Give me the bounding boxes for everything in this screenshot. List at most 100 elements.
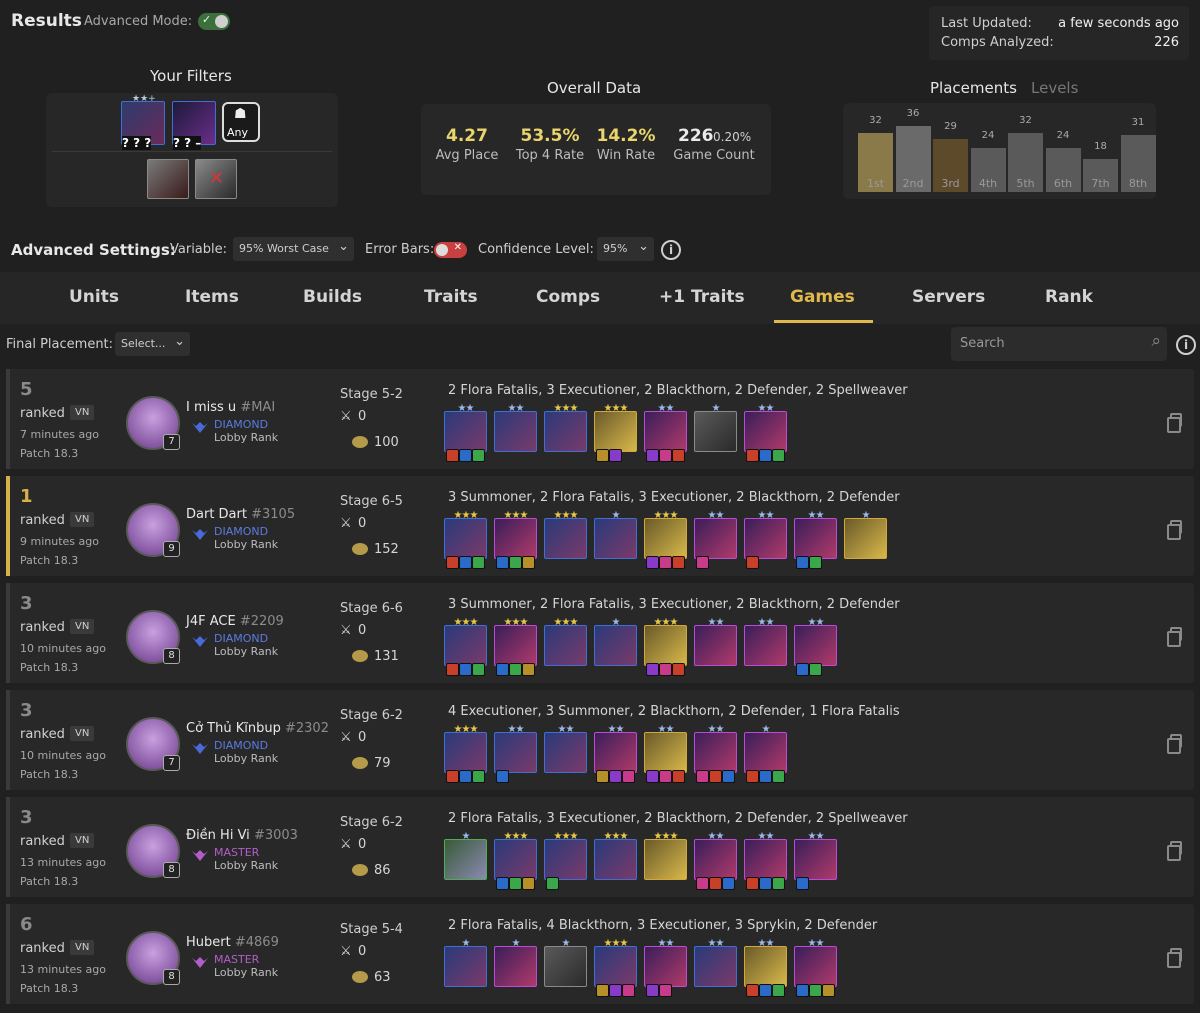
game-row[interactable]: 5 ranked VN 7 minutes ago Patch 18.3 7 I… xyxy=(6,369,1194,469)
item-icon[interactable] xyxy=(809,984,822,997)
error-bars-toggle[interactable]: ✕ xyxy=(434,242,467,258)
unit[interactable]: ★★ xyxy=(744,831,788,890)
game-row[interactable]: 3 ranked VN 10 minutes ago Patch 18.3 7 … xyxy=(6,690,1194,790)
unit[interactable]: ★★★ xyxy=(544,403,588,460)
unit[interactable]: ★★ xyxy=(594,724,638,783)
item-icon[interactable] xyxy=(446,663,459,676)
search-box[interactable]: Search ⌕ xyxy=(951,327,1167,361)
item-icon[interactable] xyxy=(472,663,485,676)
unit[interactable]: ★★★ xyxy=(594,403,638,462)
item-icon[interactable] xyxy=(459,556,472,569)
item-icon[interactable] xyxy=(772,984,785,997)
item-icon[interactable] xyxy=(609,984,622,997)
item-icon[interactable] xyxy=(746,877,759,890)
item-icon[interactable] xyxy=(809,556,822,569)
item-icon[interactable] xyxy=(646,449,659,462)
item-icon[interactable] xyxy=(496,877,509,890)
item-icon[interactable] xyxy=(696,877,709,890)
item-icon[interactable] xyxy=(596,449,609,462)
item-icon[interactable] xyxy=(659,556,672,569)
item-icon[interactable] xyxy=(759,984,772,997)
unit[interactable]: ★★ xyxy=(544,724,588,781)
item-icon[interactable] xyxy=(596,770,609,783)
unit[interactable]: ★ xyxy=(694,403,738,460)
item-icon[interactable] xyxy=(796,984,809,997)
item-icon[interactable] xyxy=(646,663,659,676)
unit[interactable]: ★★★ xyxy=(494,510,538,569)
unit[interactable]: ★★★ xyxy=(494,831,538,890)
copy-icon[interactable] xyxy=(1167,520,1182,540)
item-icon[interactable] xyxy=(459,449,472,462)
item-icon[interactable] xyxy=(546,877,559,890)
item-icon[interactable] xyxy=(446,556,459,569)
info-icon[interactable]: i xyxy=(661,240,681,260)
search-input[interactable]: Search xyxy=(960,336,1005,351)
item-icon[interactable] xyxy=(696,556,709,569)
unit[interactable]: ★★★ xyxy=(594,831,638,888)
unit[interactable]: ★★ xyxy=(494,724,538,783)
unit[interactable]: ★★ xyxy=(694,724,738,783)
unit[interactable]: ★★★ xyxy=(444,510,488,569)
unit[interactable]: ★★ xyxy=(744,403,788,462)
unit[interactable]: ★★★ xyxy=(644,617,688,676)
item-icon[interactable] xyxy=(796,663,809,676)
unit[interactable]: ★★ xyxy=(694,938,738,995)
item-icon[interactable] xyxy=(822,984,835,997)
tab-comps[interactable]: Comps xyxy=(536,287,600,307)
item-icon[interactable] xyxy=(622,984,635,997)
tab-rank[interactable]: Rank xyxy=(1045,287,1093,307)
unit[interactable]: ★★★ xyxy=(594,938,638,997)
unit[interactable]: ★★★ xyxy=(494,617,538,676)
item-icon[interactable] xyxy=(659,663,672,676)
unit[interactable]: ★★ xyxy=(794,617,838,676)
tab-units[interactable]: Units xyxy=(69,287,119,307)
placements-tab[interactable]: Placements xyxy=(930,79,1017,97)
item-icon[interactable] xyxy=(759,877,772,890)
game-row[interactable]: 3 ranked VN 10 minutes ago Patch 18.3 8 … xyxy=(6,583,1194,683)
item-icon[interactable] xyxy=(696,770,709,783)
unit[interactable]: ★★ xyxy=(744,938,788,997)
item-icon[interactable] xyxy=(496,663,509,676)
unit[interactable]: ★★ xyxy=(644,724,688,783)
item-icon[interactable] xyxy=(596,984,609,997)
tab-builds[interactable]: Builds xyxy=(303,287,362,307)
item-icon[interactable] xyxy=(772,877,785,890)
item-icon[interactable] xyxy=(622,770,635,783)
advanced-mode-toggle[interactable]: ✓ xyxy=(198,13,230,30)
item-icon[interactable] xyxy=(646,770,659,783)
item-icon[interactable] xyxy=(746,556,759,569)
player-name[interactable]: Cở Thủ Kĩnbup #2302 xyxy=(186,721,329,736)
filter-any-trait[interactable]: ☗ Any xyxy=(222,102,260,142)
copy-icon[interactable] xyxy=(1167,734,1182,754)
item-icon[interactable] xyxy=(509,663,522,676)
item-icon[interactable] xyxy=(496,770,509,783)
item-icon[interactable] xyxy=(722,877,735,890)
unit[interactable]: ★★★ xyxy=(544,831,588,890)
item-icon[interactable] xyxy=(672,770,685,783)
player-name[interactable]: Hubert #4869 xyxy=(186,935,279,950)
item-icon[interactable] xyxy=(472,770,485,783)
item-icon[interactable] xyxy=(509,877,522,890)
unit[interactable]: ★★ xyxy=(694,510,738,569)
unit[interactable]: ★★ xyxy=(444,403,488,462)
unit[interactable]: ★★★ xyxy=(544,510,588,567)
unit[interactable]: ★★ xyxy=(744,617,788,674)
player-name[interactable]: J4F ACE #2209 xyxy=(186,614,284,629)
filter-excluded-unit-1[interactable] xyxy=(147,159,189,199)
item-icon[interactable] xyxy=(772,770,785,783)
item-icon[interactable] xyxy=(522,877,535,890)
item-icon[interactable] xyxy=(609,449,622,462)
game-row[interactable]: 3 ranked VN 13 minutes ago Patch 18.3 8 … xyxy=(6,797,1194,897)
item-icon[interactable] xyxy=(746,984,759,997)
unit[interactable]: ★ xyxy=(844,510,888,567)
item-icon[interactable] xyxy=(659,449,672,462)
game-row[interactable]: 6 ranked VN 13 minutes ago Patch 18.3 8 … xyxy=(6,904,1194,1004)
item-icon[interactable] xyxy=(609,770,622,783)
item-icon[interactable] xyxy=(709,770,722,783)
item-icon[interactable] xyxy=(646,556,659,569)
confidence-select[interactable]: 95% ⌄ xyxy=(597,237,654,261)
item-icon[interactable] xyxy=(746,770,759,783)
unit[interactable]: ★★ xyxy=(644,403,688,462)
unit[interactable]: ★★★ xyxy=(444,724,488,783)
unit[interactable]: ★★★ xyxy=(644,510,688,569)
